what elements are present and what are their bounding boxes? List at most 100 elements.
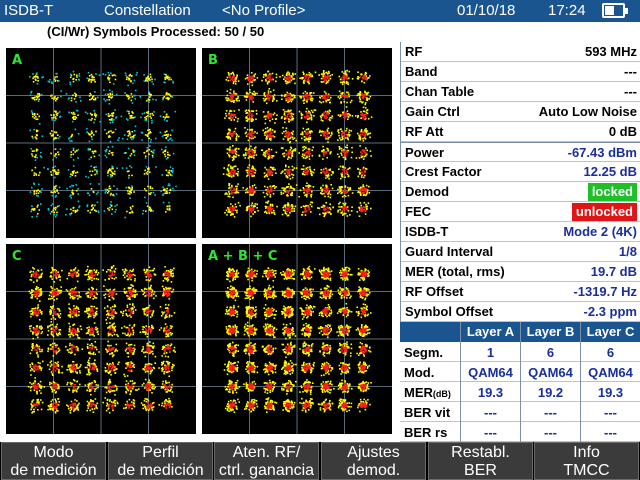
symbol-point xyxy=(369,136,371,139)
symbol-point xyxy=(327,207,330,210)
constellation-panel-a[interactable]: A xyxy=(6,48,196,238)
symbol-point xyxy=(162,186,164,188)
symbol-point xyxy=(150,294,153,297)
symbol-point xyxy=(266,83,269,85)
symbol-point xyxy=(227,72,230,74)
symbol-point xyxy=(331,73,333,76)
symbol-point xyxy=(325,167,327,170)
symbol-point xyxy=(148,91,150,93)
symbol-point xyxy=(93,316,95,319)
symbol-point xyxy=(76,380,79,383)
symbol-point xyxy=(361,171,363,173)
panel-label: B xyxy=(208,53,218,68)
symbol-point xyxy=(105,288,108,291)
symbol-point xyxy=(262,76,265,78)
symbol-point xyxy=(171,129,173,132)
symbol-point xyxy=(292,130,294,133)
symbol-point xyxy=(126,78,128,81)
symbol-point xyxy=(147,115,149,117)
symbol-point xyxy=(54,80,56,82)
constellation-panel-b[interactable]: B xyxy=(202,48,392,238)
symbol-point xyxy=(366,207,368,210)
symbol-point xyxy=(89,92,91,95)
symbol-point xyxy=(327,75,329,77)
symbol-point xyxy=(332,206,334,208)
symbol-point xyxy=(126,275,128,277)
symbol-point xyxy=(288,79,290,82)
symbol-point xyxy=(289,153,291,155)
symbol-point xyxy=(362,168,364,170)
symbol-point xyxy=(152,191,155,194)
symbol-point xyxy=(164,307,167,309)
symbol-point xyxy=(269,203,272,206)
symbol-point xyxy=(152,151,154,153)
symbol-point xyxy=(320,73,323,75)
symbol-point xyxy=(129,380,132,382)
symbol-point xyxy=(288,137,290,140)
symbol-point xyxy=(295,184,298,186)
symbol-point xyxy=(111,175,113,177)
symbol-point xyxy=(68,303,70,305)
symbol-point xyxy=(113,119,115,121)
symbol-point xyxy=(270,116,272,118)
symbol-point xyxy=(271,174,274,177)
symbol-point xyxy=(71,289,74,291)
symbol-point xyxy=(228,183,230,185)
symbol-point xyxy=(168,201,170,204)
symbol-point xyxy=(256,203,258,206)
symbol-point xyxy=(86,77,89,80)
symbol-point xyxy=(266,202,269,204)
symbol-point xyxy=(279,76,281,78)
symbol-point xyxy=(92,207,94,210)
symbol-point xyxy=(166,116,168,118)
symbol-point xyxy=(57,271,59,273)
symbol-point xyxy=(50,321,53,323)
symbol-point xyxy=(358,134,360,137)
symbol-point xyxy=(35,285,38,288)
symbol-point xyxy=(226,173,228,176)
symbol-point xyxy=(129,206,132,209)
symbol-point xyxy=(51,97,53,99)
symbol-point xyxy=(237,191,240,194)
symbol-point xyxy=(49,291,52,294)
symbol-point xyxy=(274,122,276,124)
symbol-point xyxy=(359,138,362,140)
symbol-point xyxy=(265,131,267,133)
symbol-point xyxy=(237,97,239,100)
symbol-point xyxy=(37,80,39,82)
symbol-point xyxy=(363,201,366,204)
profile-label[interactable]: <No Profile> xyxy=(222,2,305,19)
mode-label[interactable]: Constellation xyxy=(104,2,191,19)
symbol-point xyxy=(265,98,267,100)
symbol-point xyxy=(56,287,58,290)
symbol-point xyxy=(35,98,38,101)
symbol-point xyxy=(57,171,60,174)
symbol-point xyxy=(357,190,360,193)
symbol-point xyxy=(167,356,169,358)
symbol-point xyxy=(359,98,361,101)
symbol-point xyxy=(98,183,100,185)
symbol-point xyxy=(362,176,365,179)
symbol-point xyxy=(326,94,329,96)
symbol-point xyxy=(265,201,267,204)
symbol-point xyxy=(97,333,99,335)
symbol-point xyxy=(122,312,124,315)
symbol-point xyxy=(232,172,235,175)
status-line: (CI/Wr) Symbols Processed: 50 / 50 xyxy=(0,22,640,42)
symbol-point xyxy=(251,169,254,172)
constellation-panel-c[interactable]: C xyxy=(6,244,196,434)
symbol-point xyxy=(144,134,147,136)
symbol-point xyxy=(111,96,113,98)
symbol-point xyxy=(232,133,235,135)
symbol-point xyxy=(320,169,323,171)
symbol-point xyxy=(320,192,323,195)
symbol-point xyxy=(132,151,135,153)
symbol-point xyxy=(30,210,32,213)
symbol-point xyxy=(90,165,92,167)
symbol-point xyxy=(94,98,97,101)
symbol-point xyxy=(78,314,80,316)
symbol-point xyxy=(132,137,134,140)
symbol-point xyxy=(245,191,247,194)
symbol-point xyxy=(167,174,169,177)
symbol-point xyxy=(133,344,136,347)
